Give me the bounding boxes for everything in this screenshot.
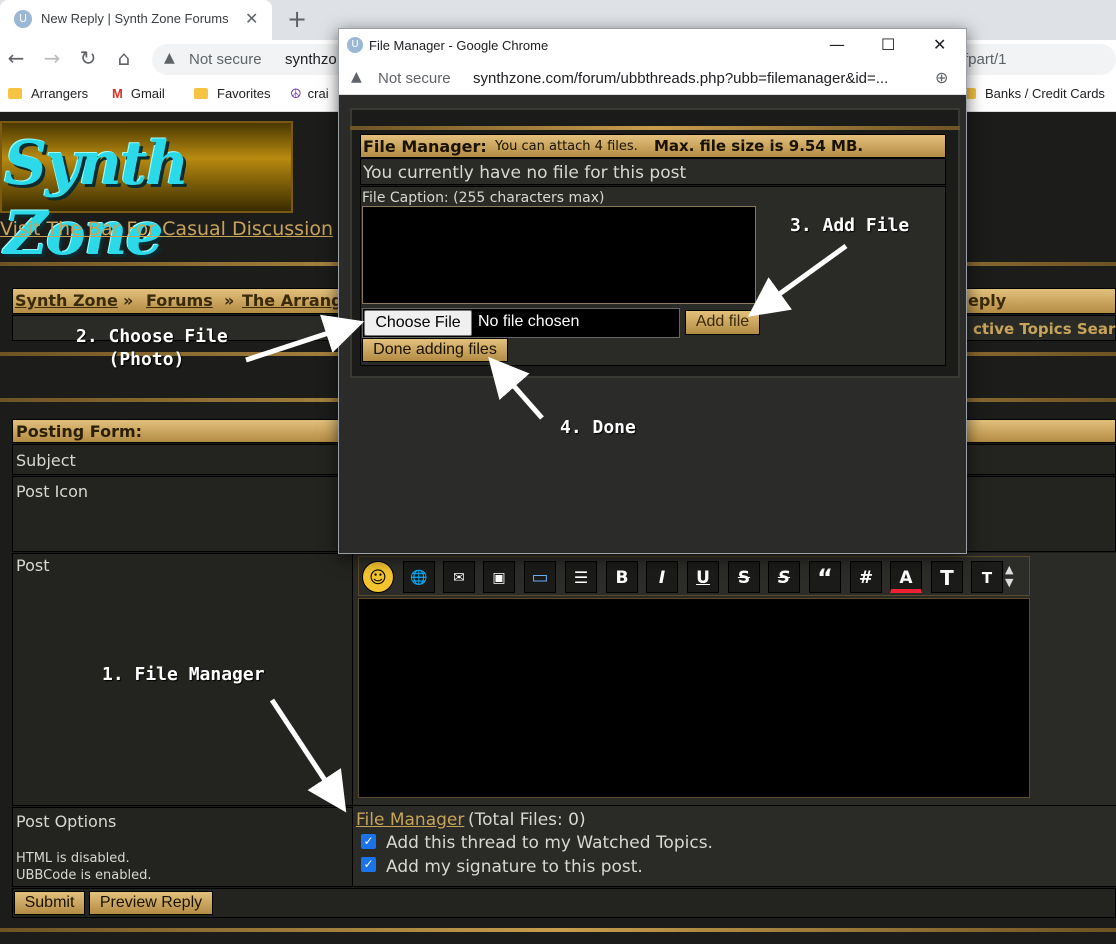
post-textarea[interactable]: [358, 598, 1030, 798]
editor-toolbar: ☺ 🌐 ✉ ▣ ▭ ☰ B I U S S “ # A T T ▲ ▼: [358, 556, 1030, 596]
synth-zone-logo[interactable]: Synth Zone: [0, 121, 293, 269]
preview-reply-button[interactable]: Preview Reply: [89, 891, 213, 915]
signature-label: Add my signature to this post.: [386, 857, 643, 877]
annotation-step3: 3. Add File: [790, 215, 910, 236]
annotation-step2: 2. Choose File (Photo): [76, 326, 228, 370]
folder-icon: [194, 88, 208, 99]
no-file-chosen-text: No file chosen: [478, 313, 580, 330]
nav-links[interactable]: ctive Topics Sear: [973, 320, 1115, 338]
bookmark-arrangers[interactable]: Arrangers: [8, 86, 88, 101]
warning-icon: ▲: [351, 69, 362, 85]
caption-label: File Caption: (255 characters max): [362, 190, 605, 206]
bookmark-crai[interactable]: ☮ crai: [290, 86, 329, 102]
close-icon[interactable]: ✕: [933, 35, 946, 54]
annotation-step4: 4. Done: [560, 417, 636, 438]
list-icon[interactable]: ☰: [565, 561, 597, 593]
forward-icon[interactable]: →: [40, 46, 64, 70]
font-family-button[interactable]: T: [971, 561, 1003, 593]
new-tab-icon[interactable]: +: [287, 5, 307, 33]
underline-button[interactable]: U: [687, 561, 719, 593]
signature-checkbox[interactable]: ✓: [361, 857, 376, 872]
spoiler-button[interactable]: S: [768, 561, 800, 593]
minimize-icon[interactable]: —: [829, 35, 845, 54]
font-color-button[interactable]: A: [890, 561, 922, 593]
no-file-row: You currently have no file for this post: [360, 158, 946, 185]
toolbar-scroll-icon[interactable]: ▲ ▼: [1005, 563, 1013, 589]
image-icon[interactable]: ▣: [483, 561, 515, 593]
font-size-button[interactable]: T: [931, 561, 963, 593]
crumb-forums[interactable]: Forums: [146, 291, 213, 310]
fm-max-size: Max. file size is 9.54 MB.: [654, 137, 864, 155]
forum-favicon-icon: U: [347, 37, 363, 53]
peace-icon: ☮: [290, 86, 302, 101]
zoom-icon[interactable]: ⊕: [935, 68, 948, 87]
url-tail: fpart/1: [964, 51, 1007, 68]
ornament-rail: [350, 126, 960, 130]
popup-titlebar: U File Manager - Google Chrome — ☐ ✕: [339, 29, 966, 61]
code-button[interactable]: #: [850, 561, 882, 593]
reload-icon[interactable]: ↻: [76, 46, 100, 70]
fm-attach-count: You can attach 4 files.: [495, 139, 638, 154]
annotation-step1: 1. File Manager: [102, 664, 265, 685]
italic-button[interactable]: I: [646, 561, 678, 593]
file-manager-header: File Manager: You can attach 4 files. Ma…: [360, 134, 946, 158]
smiley-icon[interactable]: ☺: [362, 561, 394, 593]
watch-checkbox[interactable]: ✓: [361, 834, 376, 849]
browser-tab[interactable]: U New Reply | Synth Zone Forums ✕: [0, 0, 272, 40]
ubbcode-enabled-text: UBBCode is enabled.: [16, 868, 152, 883]
quote-button[interactable]: “: [809, 561, 841, 593]
crumb-reply: eply: [968, 291, 1007, 310]
bold-button[interactable]: B: [606, 561, 638, 593]
forum-favicon-icon: U: [14, 10, 32, 28]
tab-title: New Reply | Synth Zone Forums: [41, 11, 229, 26]
media-icon[interactable]: ▭: [524, 561, 556, 593]
not-secure-label: Not secure: [378, 70, 451, 87]
post-label: Post: [16, 556, 50, 575]
url-text: synthzo: [285, 51, 337, 68]
add-file-button[interactable]: Add file: [685, 310, 760, 335]
bookmark-favorites[interactable]: Favorites: [194, 86, 270, 101]
bookmark-banks[interactable]: Banks / Credit Cards: [962, 86, 1105, 101]
folder-icon: [8, 88, 22, 99]
popup-address-bar[interactable]: ▲ Not secure synthzone.com/forum/ubbthre…: [339, 61, 966, 95]
total-files-text: (Total Files: 0): [468, 810, 586, 830]
watch-label: Add this thread to my Watched Topics.: [386, 833, 713, 853]
ornament-rail: [0, 928, 1116, 932]
submit-button[interactable]: Submit: [14, 891, 85, 915]
back-icon[interactable]: ←: [4, 46, 28, 70]
post-options-label: Post Options: [16, 812, 117, 831]
link-globe-icon[interactable]: 🌐: [403, 561, 435, 593]
bookmark-gmail[interactable]: M Gmail: [112, 86, 165, 101]
crumb-arrangers[interactable]: The Arrang: [242, 291, 343, 310]
strike-button[interactable]: S: [728, 561, 760, 593]
subject-label: Subject: [16, 451, 76, 470]
popup-url: synthzone.com/forum/ubbthreads.php?ubb=f…: [473, 70, 889, 87]
bar-link[interactable]: Visit The Bar For Casual Discussion: [0, 218, 333, 240]
done-adding-button[interactable]: Done adding files: [362, 338, 508, 362]
html-disabled-text: HTML is disabled.: [16, 851, 130, 866]
crumb-synthzone[interactable]: Synth Zone: [15, 291, 118, 310]
popup-title: File Manager - Google Chrome: [369, 38, 549, 53]
email-icon[interactable]: ✉: [443, 561, 475, 593]
warning-icon: ▲: [164, 50, 175, 66]
fm-title: File Manager:: [363, 137, 487, 156]
caption-textarea[interactable]: [362, 206, 756, 304]
post-icon-label: Post Icon: [16, 482, 89, 501]
file-manager-link[interactable]: File Manager: [356, 810, 464, 830]
maximize-icon[interactable]: ☐: [881, 35, 895, 54]
choose-file-button[interactable]: Choose File: [364, 310, 472, 336]
not-secure-label: Not secure: [189, 51, 262, 68]
crumb-sep: »: [224, 291, 235, 310]
close-tab-icon[interactable]: ✕: [245, 9, 258, 28]
gmail-icon: M: [112, 86, 123, 101]
crumb-sep: »: [123, 291, 134, 310]
home-icon[interactable]: ⌂: [112, 46, 136, 70]
